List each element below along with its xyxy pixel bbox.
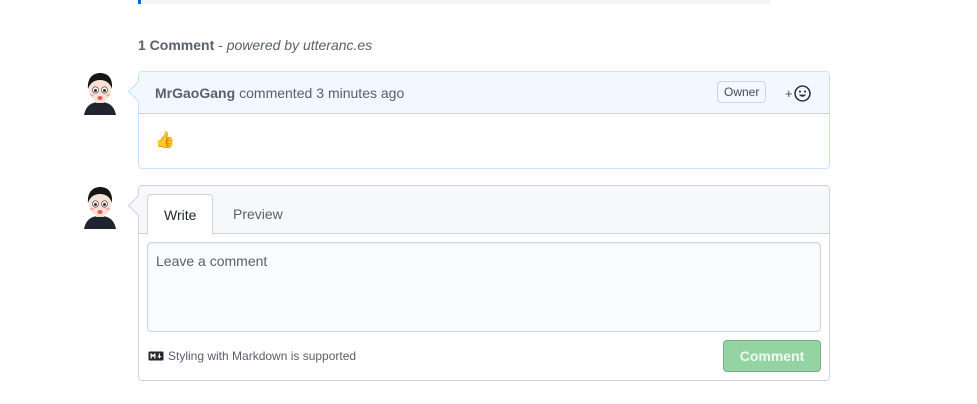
comment-editor: Write Preview Styling with Markdown is s… (138, 185, 830, 381)
comment-body: 👍 (155, 132, 175, 149)
comment-textarea[interactable] (147, 242, 821, 332)
markdown-note-text: Styling with Markdown is supported (168, 349, 357, 363)
owner-badge: Owner (717, 81, 767, 103)
add-reaction-button[interactable]: + (785, 82, 811, 104)
avatar-image (78, 185, 122, 229)
comment-header: MrGaoGang commented 3 minutes ago Owner … (139, 72, 829, 114)
powered-by-link[interactable]: powered by utteranc.es (227, 37, 373, 53)
comment-card: MrGaoGang commented 3 minutes ago Owner … (138, 71, 830, 169)
comment-time[interactable]: 3 minutes ago (316, 85, 404, 101)
avatar-image (78, 71, 122, 115)
editor-tabs: Write Preview (139, 186, 829, 235)
count-separator: - (214, 37, 227, 53)
comment-action: commented (239, 84, 313, 101)
tab-preview[interactable]: Preview (217, 194, 299, 235)
comment-author[interactable]: MrGaoGang (155, 85, 235, 101)
top-divider (138, 0, 770, 4)
comment-count-line: 1 Comment - powered by utteranc.es (138, 37, 372, 53)
reaction-plus: + (785, 85, 793, 101)
smiley-icon (793, 84, 811, 102)
submit-comment-button[interactable]: Comment (723, 340, 821, 372)
tab-write[interactable]: Write (147, 194, 214, 235)
comment-count: 1 Comment (138, 37, 215, 53)
current-user-avatar[interactable] (78, 185, 122, 229)
avatar[interactable] (78, 71, 122, 115)
markdown-icon (148, 351, 164, 361)
markdown-note[interactable]: Styling with Markdown is supported (148, 349, 356, 363)
